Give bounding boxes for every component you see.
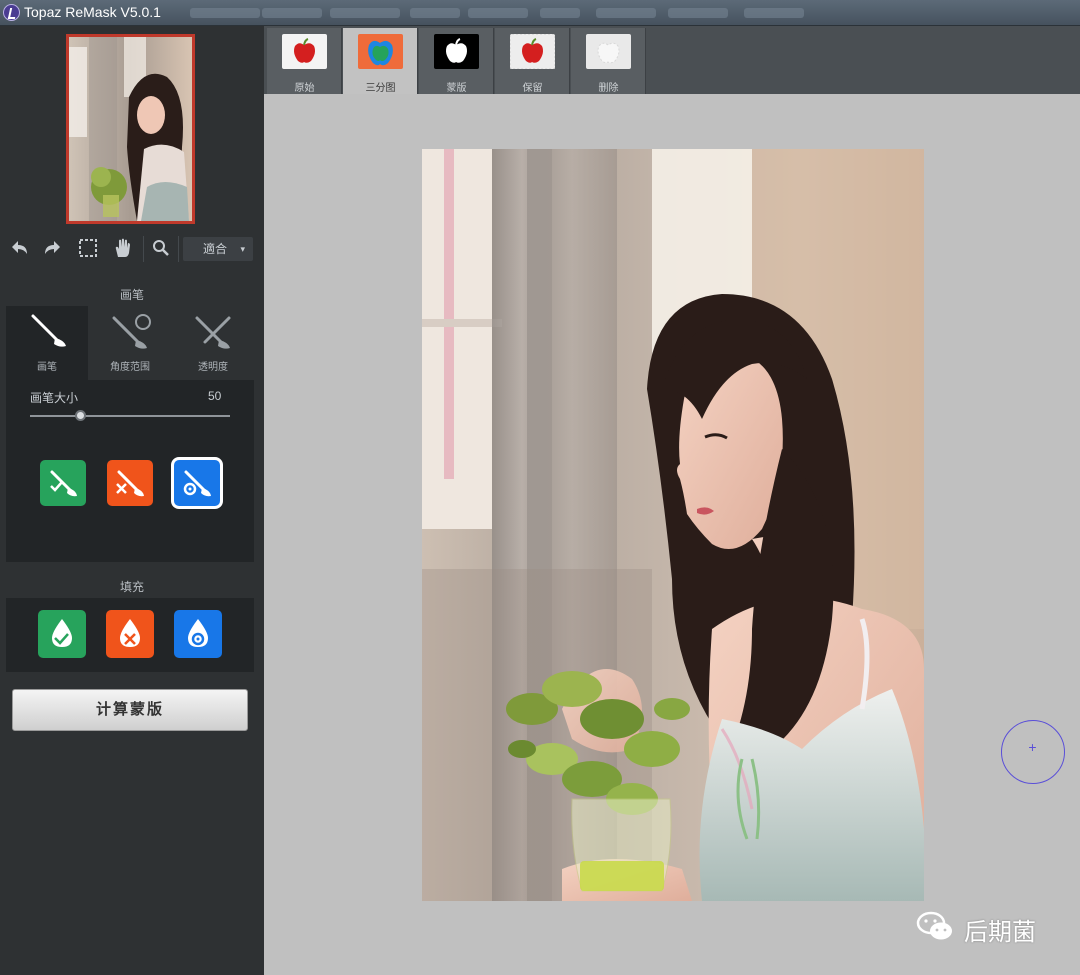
compute-fill-icon — [188, 619, 208, 647]
view-mode-tabs: 原始 三分图 蒙版 保留 删除 — [264, 26, 1080, 94]
brush-size-slider[interactable] — [30, 415, 230, 417]
keep-brush-icon — [50, 470, 77, 497]
topaz-remask-window: Topaz ReMask V5.0.1 適合 ▾ 画笔 画笔 角度范围 透明度 … — [0, 0, 1080, 975]
tab-trimap[interactable]: 三分图 — [343, 28, 418, 94]
marquee-select-icon[interactable] — [75, 235, 101, 261]
compute-fill-button[interactable] — [174, 610, 222, 658]
brush-size-slider-handle[interactable] — [74, 410, 86, 421]
brush-opacity-icon — [195, 316, 231, 349]
left-panel: 適合 ▾ 画笔 画笔 角度范围 透明度 画笔大小 50 填充 计算蒙版 — [0, 26, 264, 975]
redo-icon[interactable] — [40, 235, 66, 261]
toolbar-divider — [178, 236, 179, 262]
brush-icon — [31, 314, 66, 347]
tab-brush-opacity[interactable]: 透明度 — [172, 306, 254, 380]
fill-settings-panel — [6, 598, 254, 672]
app-logo-icon — [3, 4, 20, 21]
undo-icon[interactable] — [6, 235, 32, 261]
blurred-menu-item — [744, 8, 804, 18]
tab-original-label: 原始 — [294, 83, 315, 94]
image-canvas[interactable] — [264, 94, 1080, 975]
tab-brush-angle-label: 角度范围 — [110, 362, 150, 373]
cut-fill-button[interactable] — [106, 610, 154, 658]
blurred-menu-item — [410, 8, 460, 18]
portrait-photo — [422, 149, 924, 901]
wechat-icon — [916, 911, 952, 940]
tab-brush[interactable]: 画笔 — [6, 306, 88, 380]
tab-drop-label: 删除 — [598, 83, 619, 94]
tab-trimap-label: 三分图 — [365, 83, 396, 94]
blurred-menu-item — [540, 8, 580, 18]
watermark-text: 后期菌 — [964, 919, 1036, 946]
mask-apple-icon — [434, 34, 479, 69]
tab-brush-angle[interactable]: 角度范围 — [89, 306, 171, 380]
thumbnail-photo — [69, 37, 192, 221]
tab-mask[interactable]: 蒙版 — [419, 28, 494, 94]
brush-settings-panel: 画笔大小 50 — [6, 380, 254, 562]
title-bar: Topaz ReMask V5.0.1 — [0, 0, 1080, 26]
red-apple-icon — [282, 34, 327, 69]
drop-apple-icon — [586, 34, 631, 69]
fill-section-title: 填充 — [119, 580, 144, 594]
chevron-down-icon: ▾ — [240, 244, 245, 254]
compute-brush-button[interactable] — [174, 460, 220, 506]
keep-brush-button[interactable] — [40, 460, 86, 506]
keep-apple-icon — [510, 34, 555, 69]
blurred-menu-item — [330, 8, 400, 18]
tab-keep[interactable]: 保留 — [495, 28, 570, 94]
window-title: Topaz ReMask V5.0.1 — [24, 4, 161, 20]
hand-pan-icon[interactable] — [110, 235, 136, 261]
blurred-menu-item — [190, 8, 260, 18]
tab-mask-label: 蒙版 — [446, 83, 467, 94]
compute-mask-button[interactable]: 计算蒙版 — [12, 689, 248, 731]
brush-size-label: 画笔大小 — [30, 391, 79, 405]
brush-angle-icon — [112, 314, 151, 349]
navigator-thumbnail[interactable] — [66, 34, 195, 224]
zoom-level-value: 適合 — [203, 242, 228, 256]
cut-brush-button[interactable] — [107, 460, 153, 506]
cut-fill-icon — [120, 619, 140, 647]
brush-type-tabs: 画笔 角度范围 透明度 — [6, 306, 254, 380]
brush-section-title: 画笔 — [119, 288, 144, 302]
compute-brush-icon — [183, 470, 211, 497]
tab-brush-label: 画笔 — [37, 362, 57, 373]
zoom-icon[interactable] — [148, 235, 174, 261]
keep-fill-icon — [52, 619, 72, 647]
keep-fill-button[interactable] — [38, 610, 86, 658]
cut-brush-icon — [116, 470, 144, 497]
tricolor-apple-icon — [358, 34, 403, 69]
tab-original[interactable]: 原始 — [267, 28, 342, 94]
brush-cursor — [1001, 720, 1065, 784]
toolbar-divider — [143, 236, 144, 262]
tab-keep-label: 保留 — [522, 83, 543, 94]
blurred-menu-item — [596, 8, 656, 18]
tab-drop[interactable]: 删除 — [571, 28, 646, 94]
tab-brush-opacity-label: 透明度 — [198, 362, 228, 373]
zoom-level-select[interactable]: 適合 ▾ — [183, 237, 253, 261]
brush-size-value: 50 — [208, 389, 222, 403]
view-toolbar: 適合 ▾ — [0, 232, 264, 266]
working-photo[interactable] — [422, 149, 924, 901]
blurred-menu-item — [262, 8, 322, 18]
blurred-menu-item — [668, 8, 728, 18]
blurred-menu-item — [468, 8, 528, 18]
